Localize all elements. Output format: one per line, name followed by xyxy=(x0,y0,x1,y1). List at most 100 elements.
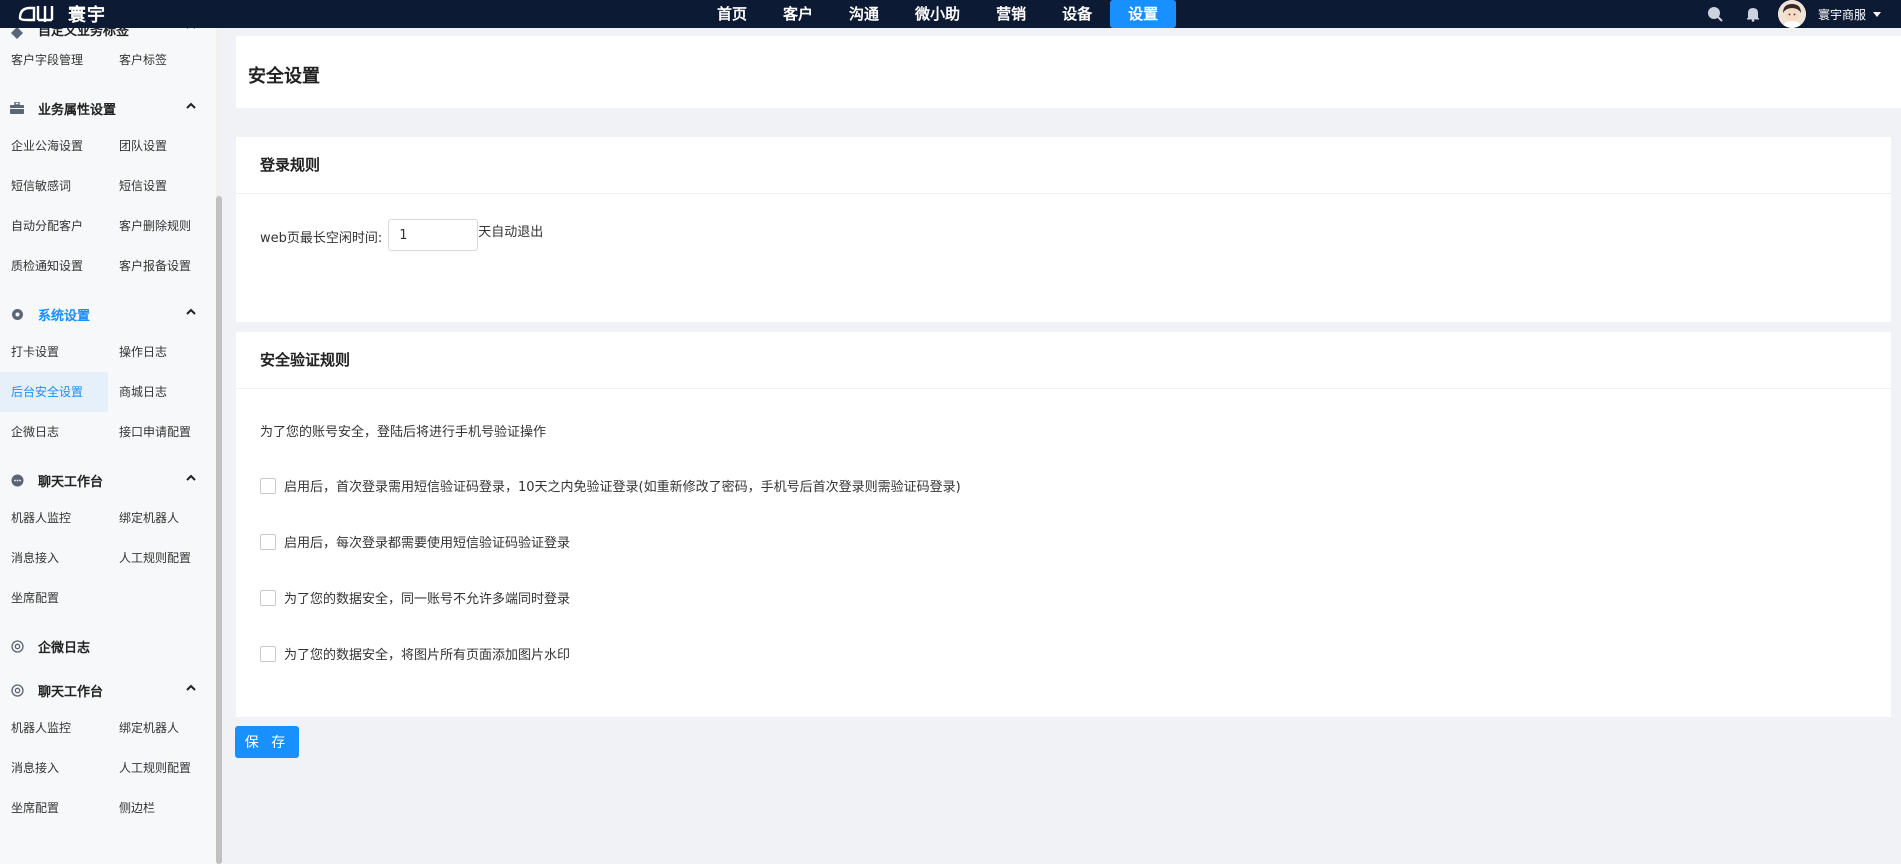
checkbox[interactable] xyxy=(260,645,276,662)
sidebar-item-operation-log[interactable]: 操作日志 xyxy=(108,332,216,372)
top-bar: 寰宇 首页 客户 沟通 微小助 营销 设备 设置 寰宇商服 xyxy=(0,0,1901,28)
sidebar-item-bind-robot[interactable]: 绑定机器人 xyxy=(108,498,216,538)
caret-down-icon xyxy=(1873,11,1881,17)
sidebar-group-wecom-log[interactable]: 企微日志 xyxy=(0,628,216,664)
security-intro: 为了您的账号安全，登陆后将进行手机号验证操作 xyxy=(260,425,547,440)
sidebar-group-chat-2[interactable]: 聊天工作台 xyxy=(0,672,216,708)
sidebar-group-system[interactable]: 系统设置 xyxy=(0,296,216,332)
brand-logo[interactable]: 寰宇 xyxy=(18,3,106,26)
nav-marketing[interactable]: 营销 xyxy=(978,0,1044,28)
sidebar-subitems: 机器人监控 绑定机器人 消息接入 人工规则配置 坐席配置 侧边栏 xyxy=(0,708,216,828)
checkbox[interactable] xyxy=(260,477,276,494)
idle-time-label: web页最长空闲时间: xyxy=(260,231,383,246)
sidebar-group-label: 系统设置 xyxy=(38,308,91,324)
login-rules-card: 登录规则 web页最长空闲时间: 天自动退出 xyxy=(236,137,1891,322)
sidebar-item-qc-notify[interactable]: 质检通知设置 xyxy=(0,246,108,286)
sidebar-subitems: 企业公海设置 团队设置 短信敏感词 短信设置 自动分配客户 客户删除规则 质检通… xyxy=(0,126,216,286)
nav-customers[interactable]: 客户 xyxy=(765,0,831,28)
sidebar-item-team[interactable]: 团队设置 xyxy=(108,126,216,166)
briefcase-icon xyxy=(10,101,24,115)
user-area: 寰宇商服 xyxy=(1702,0,1881,28)
sidebar-item-seat-config[interactable]: 坐席配置 xyxy=(0,788,108,828)
nav-devices[interactable]: 设备 xyxy=(1044,0,1110,28)
search-icon[interactable] xyxy=(1702,0,1728,28)
chevron-up-icon xyxy=(186,102,196,109)
sidebar-item-customer-tags[interactable]: 客户标签 xyxy=(108,40,216,80)
brand-name: 寰宇 xyxy=(68,5,106,26)
option-sms-every-login[interactable]: 启用后，每次登录都需要使用短信验证码验证登录 xyxy=(260,532,570,551)
idle-time-suffix: 天自动退出 xyxy=(478,225,544,240)
sidebar-group-label: 业务属性设置 xyxy=(38,102,117,118)
sidebar-item-mall-log[interactable]: 商城日志 xyxy=(108,372,216,412)
sidebar-group-chat[interactable]: 聊天工作台 xyxy=(0,462,216,498)
checkbox[interactable] xyxy=(260,589,276,606)
sidebar: 自定义业务标签 客户字段管理 客户标签 业务属性设置 企业公海设置 团队设置 短… xyxy=(0,28,216,864)
sidebar-item-public-pool[interactable]: 企业公海设置 xyxy=(0,126,108,166)
option-single-session[interactable]: 为了您的数据安全，同一账号不允许多端同时登录 xyxy=(260,588,570,607)
bell-icon[interactable] xyxy=(1740,0,1766,28)
sidebar-item-sms-settings[interactable]: 短信设置 xyxy=(108,166,216,206)
option-label: 为了您的数据安全，将图片所有页面添加图片水印 xyxy=(284,648,571,663)
sidebar-item-security[interactable]: 后台安全设置 xyxy=(0,372,108,412)
scroll-thumb[interactable] xyxy=(216,196,222,864)
sidebar-item-manual-rules[interactable]: 人工规则配置 xyxy=(108,538,216,578)
tag-icon xyxy=(10,28,24,40)
avatar[interactable] xyxy=(1777,0,1806,28)
option-watermark[interactable]: 为了您的数据安全，将图片所有页面添加图片水印 xyxy=(260,644,570,663)
sidebar-group-label: 聊天工作台 xyxy=(38,684,104,700)
chat-icon xyxy=(10,473,24,487)
sidebar-item-report[interactable]: 客户报备设置 xyxy=(108,246,216,286)
page-title: 安全设置 xyxy=(248,66,320,87)
save-button[interactable]: 保 存 xyxy=(235,726,299,758)
sidebar-item-bind-robot[interactable]: 绑定机器人 xyxy=(108,708,216,748)
main-nav: 首页 客户 沟通 微小助 营销 设备 设置 xyxy=(699,0,1177,28)
sidebar-item-customer-fields[interactable]: 客户字段管理 xyxy=(0,40,108,80)
sidebar-item-message-access[interactable]: 消息接入 xyxy=(0,538,108,578)
chevron-up-icon xyxy=(186,684,196,691)
sidebar-group-business[interactable]: 业务属性设置 xyxy=(0,90,216,126)
sidebar-subitems: 机器人监控 绑定机器人 消息接入 人工规则配置 坐席配置 xyxy=(0,498,216,618)
circle-icon xyxy=(10,639,24,653)
sidebar-item-api-config[interactable]: 接口申请配置 xyxy=(108,412,216,452)
sidebar-item-sms-sensitive[interactable]: 短信敏感词 xyxy=(0,166,108,206)
sidebar-group-label: 企微日志 xyxy=(38,640,91,656)
chevron-up-icon xyxy=(187,28,195,29)
sidebar-item-auto-assign[interactable]: 自动分配客户 xyxy=(0,206,108,246)
sidebar-item-wecom-log[interactable]: 企微日志 xyxy=(0,412,108,452)
sidebar-item-message-access[interactable]: 消息接入 xyxy=(0,748,108,788)
sidebar-subitems: 客户字段管理 客户标签 xyxy=(0,40,216,80)
option-sms-first-login[interactable]: 启用后，首次登录需用短信验证码登录，10天之内免验证登录(如重新修改了密码，手机… xyxy=(260,476,961,495)
option-label: 启用后，首次登录需用短信验证码登录，10天之内免验证登录(如重新修改了密码，手机… xyxy=(284,480,961,495)
sidebar-scrollbar[interactable] xyxy=(216,28,222,864)
sidebar-group-label: 聊天工作台 xyxy=(38,474,104,490)
sidebar-subitems: 打卡设置 操作日志 后台安全设置 商城日志 企微日志 接口申请配置 xyxy=(0,332,216,452)
security-rules-card: 安全验证规则 为了您的账号安全，登陆后将进行手机号验证操作 启用后，首次登录需用… xyxy=(236,332,1891,717)
sidebar-group-custom-tags[interactable]: 自定义业务标签 xyxy=(0,28,216,40)
option-label: 启用后，每次登录都需要使用短信验证码验证登录 xyxy=(284,536,571,551)
sidebar-item-side-bar[interactable]: 侧边栏 xyxy=(108,788,216,828)
circle-icon xyxy=(10,683,24,697)
sidebar-item-seat-config[interactable]: 坐席配置 xyxy=(0,578,108,618)
user-name: 寰宇商服 xyxy=(1817,7,1866,22)
card-title: 登录规则 xyxy=(236,137,1891,194)
sidebar-item-delete-rules[interactable]: 客户删除规则 xyxy=(108,206,216,246)
page-header: 安全设置 xyxy=(236,36,1901,108)
sidebar-item-manual-rules[interactable]: 人工规则配置 xyxy=(108,748,216,788)
sidebar-item-robot-monitor[interactable]: 机器人监控 xyxy=(0,498,108,538)
checkbox[interactable] xyxy=(260,533,276,550)
sidebar-group-label: 自定义业务标签 xyxy=(38,28,130,39)
card-title: 安全验证规则 xyxy=(236,332,1891,389)
option-label: 为了您的数据安全，同一账号不允许多端同时登录 xyxy=(284,592,571,607)
nav-assistant[interactable]: 微小助 xyxy=(897,0,978,28)
logo-mark-icon xyxy=(18,6,54,22)
idle-time-input[interactable] xyxy=(388,219,479,251)
gear-icon xyxy=(10,307,24,321)
chevron-up-icon xyxy=(186,474,196,481)
nav-communication[interactable]: 沟通 xyxy=(831,0,897,28)
idle-time-row: web页最长空闲时间: 天自动退出 xyxy=(260,219,543,251)
nav-home[interactable]: 首页 xyxy=(699,0,765,28)
user-menu[interactable]: 寰宇商服 xyxy=(1818,6,1881,23)
nav-settings[interactable]: 设置 xyxy=(1110,0,1177,28)
sidebar-item-robot-monitor[interactable]: 机器人监控 xyxy=(0,708,108,748)
sidebar-item-checkin[interactable]: 打卡设置 xyxy=(0,332,108,372)
